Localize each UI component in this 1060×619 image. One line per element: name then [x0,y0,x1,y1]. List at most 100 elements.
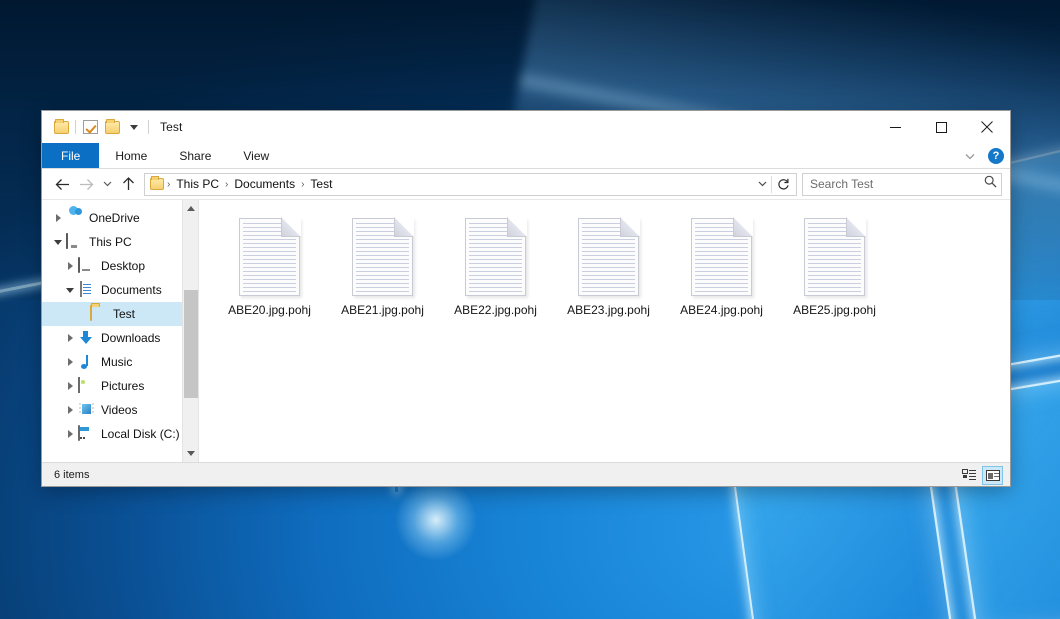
search-box[interactable] [802,173,1002,196]
disk-icon [78,426,95,442]
back-button[interactable] [50,172,74,196]
breadcrumb-this-pc[interactable]: This PC [171,177,224,191]
sidebar-item-music[interactable]: Music [42,350,198,374]
list-item[interactable]: ABE25.jpg.pohj [778,216,891,334]
expander-collapsed-icon[interactable] [62,254,78,278]
expander-collapsed-icon[interactable] [62,374,78,398]
sidebar-item-desktop[interactable]: Desktop [42,254,198,278]
document-icon [239,218,300,296]
help-icon[interactable]: ? [988,148,1004,164]
window-body: OneDrive This PC Desktop Documents [42,199,1010,462]
list-item[interactable]: ABE22.jpg.pohj [439,216,552,334]
search-input[interactable] [810,177,984,191]
search-icon[interactable] [984,175,997,193]
qat-divider-1 [75,120,76,134]
expander-collapsed-icon[interactable] [50,206,66,230]
breadcrumb-documents[interactable]: Documents [229,177,300,191]
status-bar: 6 items [42,462,1010,486]
sidebar-item-videos[interactable]: Videos [42,398,198,422]
qat-divider-2 [148,120,149,134]
file-name: ABE22.jpg.pohj [451,302,540,318]
sidebar-item-label: Local Disk (C:) [101,428,180,440]
navigation-pane: OneDrive This PC Desktop Documents [42,200,198,462]
list-item[interactable]: ABE24.jpg.pohj [665,216,778,334]
sidebar-item-pictures[interactable]: Pictures [42,374,198,398]
maximize-button[interactable] [918,111,964,143]
file-name: ABE21.jpg.pohj [338,302,427,318]
file-list-view[interactable]: ABE20.jpg.pohj ABE21.jpg.pohj [198,200,1010,462]
document-icon [691,218,752,296]
desktop: Test File Home Share View [0,0,1060,619]
sidebar-item-test[interactable]: Test [42,302,198,326]
navigation-pane-scrollbar[interactable] [182,200,198,462]
customize-chevron-icon[interactable] [123,116,145,138]
scroll-down-arrow-icon[interactable] [183,445,198,462]
list-item[interactable]: ABE21.jpg.pohj [326,216,439,334]
sidebar-item-this-pc[interactable]: This PC [42,230,198,254]
item-count-label: 6 items [48,469,89,481]
document-icon [465,218,526,296]
scroll-up-arrow-icon[interactable] [183,200,198,217]
address-bar[interactable]: › This PC › Documents › Test [144,173,797,196]
sidebar-item-label: OneDrive [89,212,140,224]
quick-access-toolbar [42,116,152,138]
documents-icon [78,282,95,298]
refresh-icon[interactable] [772,174,794,195]
computer-icon [66,234,83,250]
sidebar-item-local-disk-c[interactable]: Local Disk (C:) [42,422,198,446]
sidebar-item-label: Videos [101,404,137,416]
file-name: ABE20.jpg.pohj [225,302,314,318]
close-button[interactable] [964,111,1010,143]
sidebar-item-label: Pictures [101,380,144,392]
breadcrumb-test[interactable]: Test [305,177,337,191]
sidebar-item-downloads[interactable]: Downloads [42,326,198,350]
document-icon [352,218,413,296]
new-folder-icon[interactable] [101,116,123,138]
properties-icon[interactable] [79,116,101,138]
file-name: ABE24.jpg.pohj [677,302,766,318]
forward-button[interactable] [74,172,98,196]
list-item[interactable]: ABE20.jpg.pohj [213,216,326,334]
tab-view[interactable]: View [227,143,285,168]
view-mode-buttons [958,463,1003,487]
expander-expanded-icon[interactable] [50,230,66,254]
tab-home[interactable]: Home [99,143,163,168]
window-title: Test [160,120,182,134]
expand-ribbon-chevron-icon[interactable] [960,146,980,166]
list-item[interactable]: ABE23.jpg.pohj [552,216,665,334]
music-icon [78,354,95,370]
file-explorer-window: Test File Home Share View [42,111,1010,486]
details-view-icon [962,469,976,481]
sidebar-item-label: Music [101,356,132,368]
document-icon [578,218,639,296]
large-icons-view-icon [986,470,1000,481]
folder-icon[interactable] [50,116,72,138]
expander-collapsed-icon[interactable] [62,422,78,446]
expander-collapsed-icon[interactable] [62,326,78,350]
desktop-icon [78,258,95,274]
up-button[interactable] [116,172,140,196]
light-beam-glow [396,480,476,560]
file-grid: ABE20.jpg.pohj ABE21.jpg.pohj [213,216,1010,334]
expander-collapsed-icon[interactable] [62,398,78,422]
expander-expanded-icon[interactable] [62,278,78,302]
large-icons-view-button[interactable] [982,466,1003,485]
sidebar-item-onedrive[interactable]: OneDrive [42,206,198,230]
scrollbar-thumb[interactable] [184,290,198,398]
tab-share[interactable]: Share [163,143,227,168]
recent-locations-chevron-icon[interactable] [98,172,116,196]
sidebar-item-documents[interactable]: Documents [42,278,198,302]
ribbon-tab-bar: File Home Share View ? [42,143,1010,169]
address-folder-icon [150,178,164,190]
cloud-icon [66,210,83,226]
sidebar-item-label: Test [113,308,135,320]
address-dropdown-chevron-icon[interactable] [754,174,771,195]
minimize-button[interactable] [872,111,918,143]
sidebar-item-label: This PC [89,236,132,248]
expander-collapsed-icon[interactable] [62,350,78,374]
pictures-icon [78,378,95,394]
details-view-button[interactable] [958,466,979,485]
document-icon [804,218,865,296]
window-controls [872,111,1010,143]
tab-file[interactable]: File [42,143,99,168]
